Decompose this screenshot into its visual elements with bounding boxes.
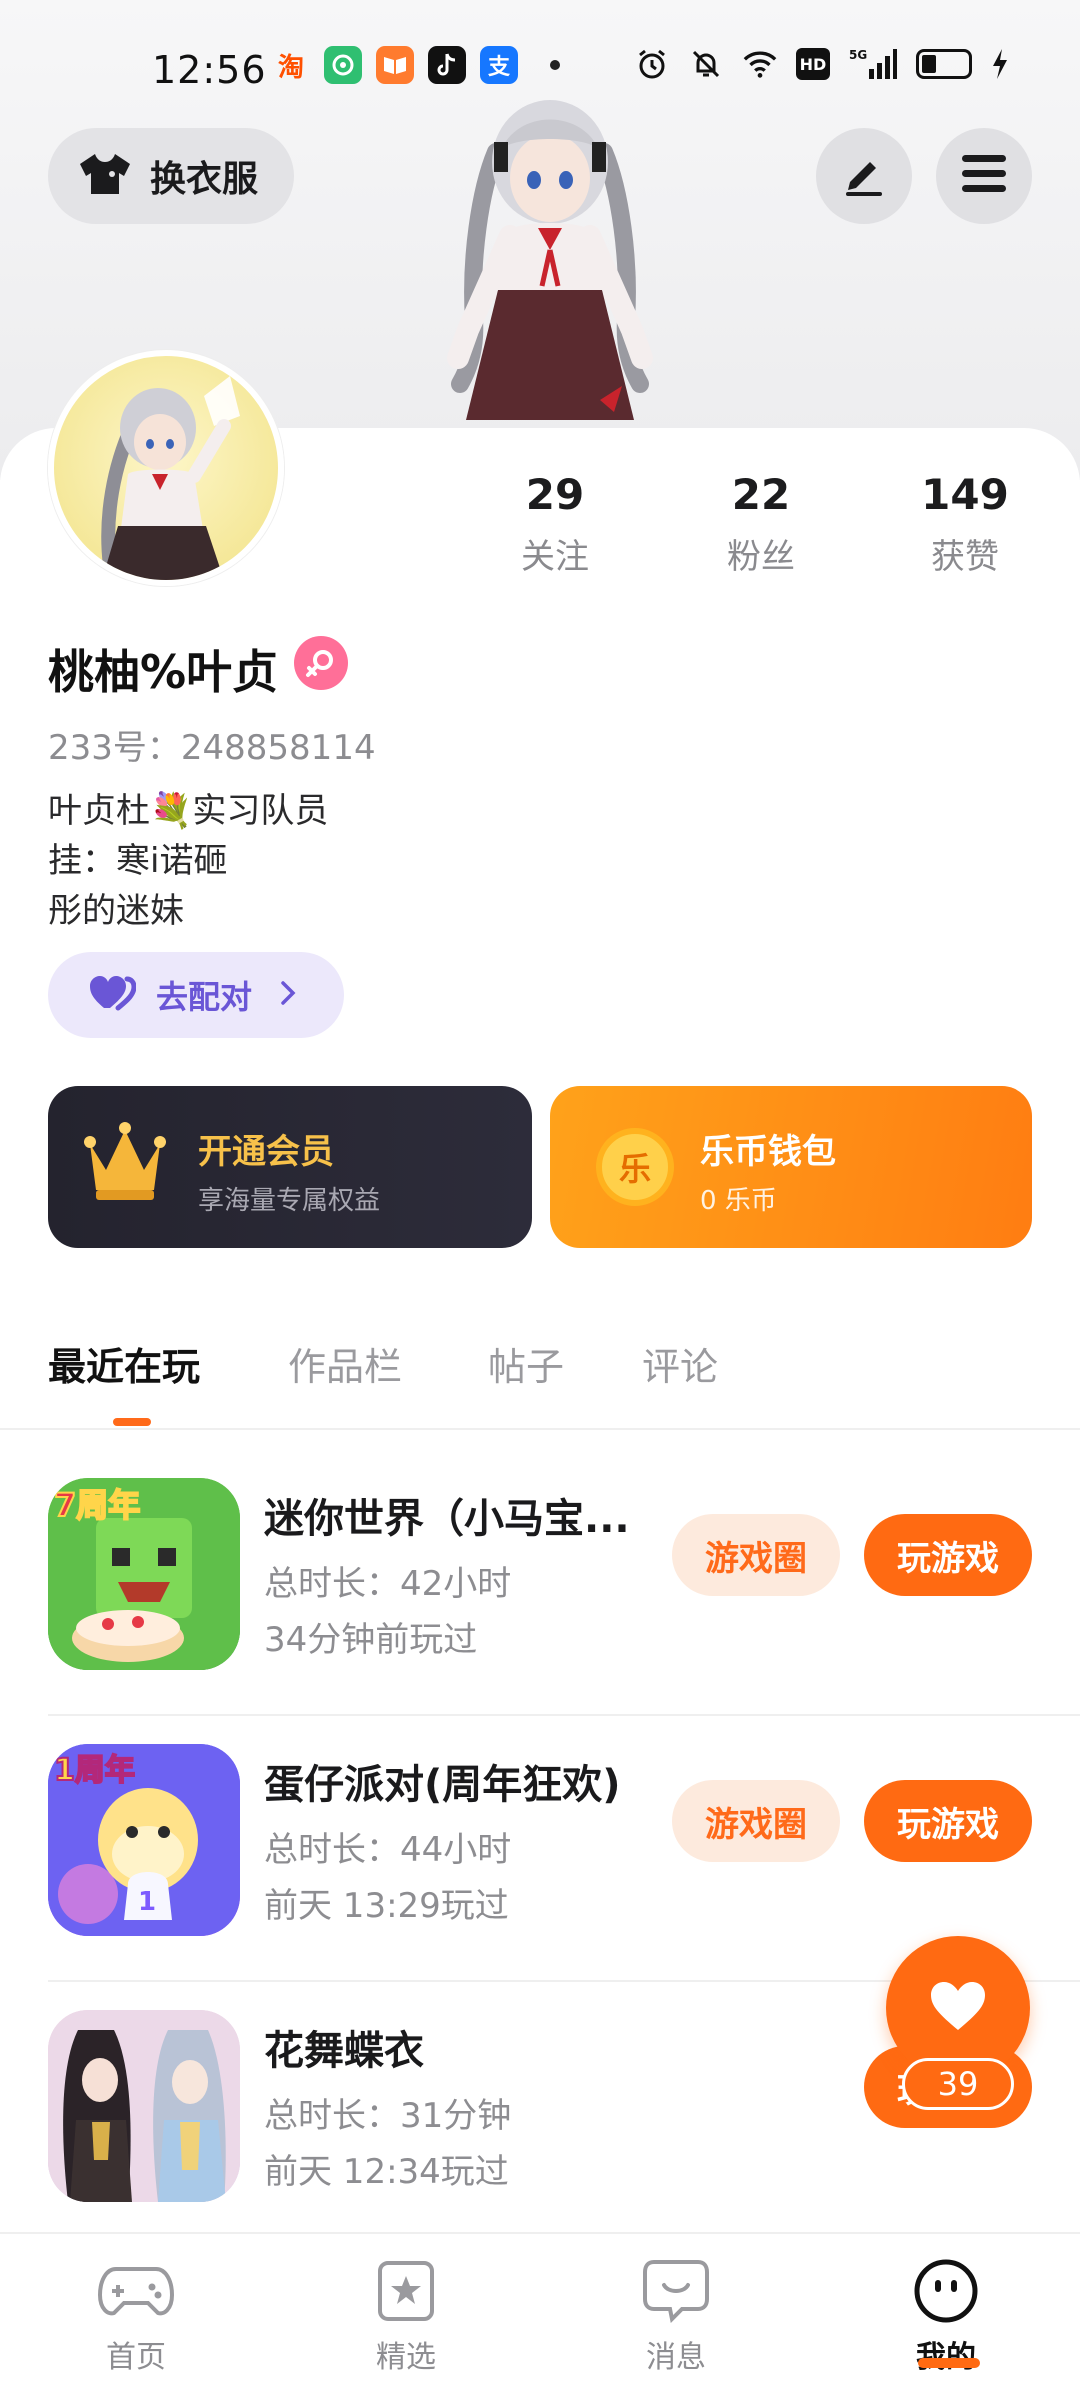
like-count-badge: 39: [902, 2058, 1014, 2110]
game-icon-flower-dance[interactable]: [48, 2010, 240, 2202]
tab-comments[interactable]: 评论: [642, 1336, 718, 1391]
status-right-icons: HD 5G: [634, 46, 1010, 82]
change-outfit-button[interactable]: 换衣服: [48, 128, 294, 224]
nav-home[interactable]: 首页: [66, 2256, 206, 2376]
tshirt-icon: [78, 150, 132, 202]
taobao-icon: 淘: [277, 52, 304, 83]
smiley-face-icon: [906, 2256, 986, 2326]
mute-icon: [688, 46, 724, 82]
match-button[interactable]: 去配对: [48, 952, 344, 1038]
battery-icon: [916, 49, 972, 79]
bio: 叶贞杜💐实习队员 挂：寒i诺砸 彤的迷妹: [48, 786, 328, 936]
chat-bubble-icon: [636, 2256, 716, 2326]
signal-5g-icon: 5G: [848, 46, 898, 82]
menu-button[interactable]: [936, 128, 1032, 224]
vip-subtitle: 享海量专属权益: [198, 1186, 381, 1216]
active-nav-indicator: [918, 2358, 980, 2368]
tab-works[interactable]: 作品栏: [288, 1336, 402, 1391]
female-gender-icon: [294, 636, 348, 690]
game-icon-badge: 7周年: [54, 1486, 140, 1524]
game-icon-badge: 1周年: [54, 1753, 135, 1788]
stat-following[interactable]: 29 关注: [480, 470, 630, 578]
stat-label: 粉丝: [727, 537, 795, 577]
svg-text:1: 1: [138, 1887, 156, 1917]
profile-avatar[interactable]: [48, 350, 284, 586]
edit-profile-button[interactable]: [816, 128, 912, 224]
nav-label: 精选: [376, 2340, 436, 2375]
nav-label: 我的: [916, 2332, 976, 2376]
game-duration: 总时长：44小时: [264, 1830, 512, 1870]
app-icon-green: [324, 46, 362, 84]
tiktok-icon: [428, 46, 466, 84]
profile-tabs: 最近在玩 作品栏 帖子 评论: [0, 1330, 1080, 1430]
game-last-played: 前天 12:34玩过: [264, 2152, 509, 2192]
coin-title: 乐币钱包: [700, 1132, 836, 1172]
game-title: 蛋仔派对(周年狂欢): [264, 1762, 621, 1808]
status-app-icons: 淘 支: [272, 46, 560, 84]
star-card-icon: [366, 2256, 446, 2326]
stat-followers[interactable]: 22 粉丝: [686, 470, 836, 578]
nav-label: 首页: [106, 2340, 166, 2375]
wifi-icon: [742, 46, 778, 82]
book-app-icon: [376, 46, 414, 84]
avatar-character-figure: [410, 100, 690, 440]
hearts-icon: [88, 974, 137, 1016]
stat-label: 获赞: [931, 537, 999, 577]
game-list-item[interactable]: 1 1周年 蛋仔派对(周年狂欢) 总时长：44小时 前天 13:29玩过 游戏圈…: [48, 1716, 1080, 1982]
game-circle-button[interactable]: 游戏圈: [672, 1514, 840, 1596]
nav-featured[interactable]: 精选: [336, 2256, 476, 2376]
stat-value: 22: [731, 470, 791, 519]
crown-icon: [84, 1120, 166, 1214]
play-game-button[interactable]: 玩游戏: [864, 1780, 1032, 1862]
vip-membership-card[interactable]: 开通会员 享海量专属权益: [48, 1086, 532, 1248]
alarm-icon: [634, 46, 670, 82]
coin-subtitle: 0 乐币: [700, 1186, 777, 1216]
gamepad-icon: [96, 2256, 176, 2326]
chevron-right-icon: [280, 980, 296, 1010]
nickname: 桃柚%叶贞: [48, 645, 279, 699]
bio-line: 叶贞杜💐实习队员: [48, 791, 329, 831]
game-icon-mini-world[interactable]: 7周年: [48, 1478, 240, 1670]
match-label: 去配对: [156, 978, 253, 1016]
user-id: 233号：248858114: [48, 728, 376, 768]
game-duration: 总时长：31分钟: [264, 2096, 512, 2136]
game-last-played: 34分钟前玩过: [264, 1620, 478, 1660]
game-list-item[interactable]: 7周年 迷你世界（小马宝... 总时长：42小时 34分钟前玩过 游戏圈 玩游戏: [48, 1450, 1080, 1716]
change-outfit-label: 换衣服: [150, 159, 259, 200]
stat-value: 29: [525, 470, 585, 519]
active-tab-indicator: [113, 1418, 151, 1426]
nav-messages[interactable]: 消息: [606, 2256, 746, 2376]
stat-label: 关注: [521, 537, 589, 577]
bio-line: 彤的迷妹: [48, 891, 184, 931]
svg-text:5G: 5G: [849, 48, 867, 62]
alipay-icon: 支: [480, 46, 518, 84]
tab-posts[interactable]: 帖子: [488, 1336, 564, 1391]
vip-title: 开通会员: [198, 1132, 334, 1172]
status-bar: 12:56 淘 支 HD 5G: [0, 40, 1080, 100]
pen-icon: [840, 150, 888, 202]
nav-label: 消息: [646, 2340, 706, 2375]
game-circle-button[interactable]: 游戏圈: [672, 1780, 840, 1862]
status-more-dot: [550, 60, 560, 70]
stat-likes[interactable]: 149 获赞: [890, 470, 1040, 578]
game-icon-eggy-party[interactable]: 1 1周年: [48, 1744, 240, 1936]
play-game-button[interactable]: 玩游戏: [864, 1514, 1032, 1596]
hd-badge: HD: [796, 48, 830, 80]
coin-wallet-card[interactable]: 乐 乐币钱包 0 乐币: [550, 1086, 1032, 1248]
coin-icon: 乐: [596, 1128, 674, 1206]
hamburger-menu-icon: [960, 153, 1008, 199]
bio-line: 挂：寒i诺砸: [48, 841, 228, 881]
game-last-played: 前天 13:29玩过: [264, 1886, 509, 1926]
charging-icon: [990, 46, 1010, 82]
status-time: 12:56: [152, 48, 267, 92]
game-title: 迷你世界（小马宝...: [264, 1496, 630, 1542]
tab-recently-played[interactable]: 最近在玩: [48, 1336, 200, 1391]
game-title: 花舞蝶衣: [264, 2028, 424, 2074]
bottom-navigation: 首页 精选 消息 我的: [0, 2232, 1080, 2400]
game-duration: 总时长：42小时: [264, 1564, 512, 1604]
heart-icon: [929, 1980, 987, 2036]
stat-value: 149: [921, 470, 1009, 519]
